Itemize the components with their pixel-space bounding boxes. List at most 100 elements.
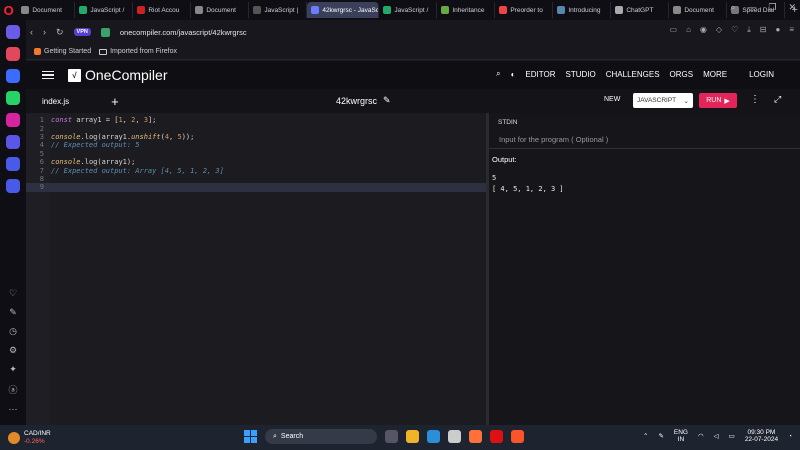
forward-icon[interactable]: › [43,27,46,37]
opera-logo-icon[interactable]: O [0,0,17,20]
app-logo[interactable]: √ OneCompiler [68,67,167,83]
store-icon[interactable] [448,430,461,443]
chevron-up-icon[interactable]: ⌃ [643,432,648,440]
code-line[interactable]: 2 [26,124,486,133]
output-label: Output: [492,155,517,164]
nav-more[interactable]: MORE [703,70,727,79]
add-file-icon[interactable]: + [111,94,119,109]
login-link[interactable]: LOGIN [749,70,774,79]
browser-tab[interactable]: Inheritance [437,2,496,18]
bookmark-getting-started[interactable]: Getting Started [34,48,91,55]
code-editor[interactable]: 1 const array1 = [1, 2, 3]; 2 3 console.log(… [26,113,486,425]
code-line[interactable]: 8 [26,175,486,183]
search-icon[interactable]: ⌕ [496,69,500,79]
vpn-badge[interactable]: VPN [73,28,91,36]
wifi-icon[interactable]: ◠ [698,432,704,440]
heart-icon[interactable]: ♡ [9,288,17,299]
translate-icon[interactable]: ⌂ [686,25,691,35]
opera-taskbar-icon[interactable] [490,430,503,443]
code-line[interactable]: 9 [26,183,486,192]
bulb-icon[interactable]: ✦ [9,364,17,375]
browser-tab[interactable]: JavaScript / [75,2,134,18]
theme-toggle-icon[interactable]: ◐ [511,70,516,79]
close-window-icon[interactable]: ✕ [788,2,796,13]
reload-icon[interactable]: ↻ [56,27,64,38]
reader-icon[interactable]: ▭ [670,25,678,35]
new-button[interactable]: NEW [604,96,620,103]
code-line[interactable]: 4 // Expected output: 5 [26,141,486,149]
player-icon[interactable] [6,135,20,149]
home-icon[interactable] [6,25,20,39]
back-icon[interactable]: ‹ [30,27,33,37]
nav-orgs[interactable]: ORGS [670,70,694,79]
browser-tab[interactable]: JavaScript | [249,2,308,18]
taskbar-search[interactable]: ⌕ Search [265,429,377,444]
site-info-icon[interactable] [100,27,110,37]
download-icon[interactable]: ⤓ [747,25,751,35]
edit-icon[interactable]: ✎ [9,307,17,318]
file-explorer-icon[interactable] [406,430,419,443]
stdin-input[interactable]: Input for the program ( Optional ) [489,131,800,149]
code-line[interactable]: 5 [26,150,486,158]
whatsapp-icon[interactable] [6,91,20,105]
more-options-icon[interactable]: ⋮ [750,94,760,105]
more-icon[interactable]: ⋯ [9,404,18,415]
line-number: 3 [39,132,44,141]
aria-icon[interactable] [6,47,20,61]
battery-icon[interactable]: ▭ [729,432,735,440]
url-input[interactable]: onecompiler.com/javascript/42kwrgrsc [120,28,247,37]
maximize-icon[interactable]: ❐ [768,2,776,13]
pen-icon[interactable]: ✎ [658,432,663,440]
run-button[interactable]: RUN ▶ [699,93,737,108]
code-line[interactable]: 6 console.log(array1); [26,158,486,166]
file-tab-index-js[interactable]: index.js [42,97,69,106]
pencil-icon[interactable]: ✎ [383,95,391,106]
browser-tab[interactable]: JavaScript / [379,2,438,18]
language-indicator[interactable]: ENG IN [674,429,688,443]
code-line[interactable]: 1 const array1 = [1, 2, 3]; [26,116,486,124]
firefox-taskbar-icon[interactable] [469,430,482,443]
fullscreen-icon[interactable]: ⤢ [774,94,781,105]
camera-icon[interactable]: ◉ [700,25,707,35]
windows-start-icon[interactable] [244,430,257,443]
history-icon[interactable]: ⊟ [760,25,767,35]
profile-icon[interactable]: ● [775,25,780,35]
task-view-icon[interactable] [385,430,398,443]
nav-editor[interactable]: EDITOR [525,70,555,79]
bookmark-icon[interactable]: ♡ [731,25,738,35]
volume-icon[interactable]: ◁ [714,432,719,440]
browser-tab[interactable]: ChatGPT [611,2,670,18]
hamburger-icon[interactable] [42,70,54,80]
notification-icon[interactable]: ◔ [788,433,792,440]
clock-icon[interactable]: ◷ [9,326,17,337]
address-bar-actions: ▭ ⌂ ◉ ◇ ♡ ⤓ ⊟ ● ≡ [670,25,794,35]
a-icon[interactable]: ⓐ [8,383,17,396]
settings-icon[interactable]: ⚙ [9,345,17,356]
minimize-icon[interactable]: — [747,2,756,13]
browser-tab[interactable]: Introducing [553,2,612,18]
code-line[interactable]: 7 // Expected output: Array [4, 5, 1, 2, … [26,166,486,175]
browser-tab[interactable]: Document [17,2,76,18]
browser-tab[interactable]: 42kwrgrsc - JavaScr [307,2,380,18]
browser-tab[interactable]: Document [191,2,250,18]
nav-challenges[interactable]: CHALLENGES [606,70,660,79]
bookmark-imported-folder[interactable]: Imported from Firefox [99,48,177,55]
browser-tab[interactable]: Preorder to [495,2,554,18]
instagram-icon[interactable] [6,113,20,127]
menu-icon[interactable]: ≡ [789,25,794,35]
browser-tab[interactable]: Riot Accou [133,2,192,18]
brave-icon[interactable] [511,430,524,443]
tv-icon[interactable] [6,179,20,193]
extension-icon[interactable]: ◇ [716,25,722,35]
messenger-icon[interactable] [6,69,20,83]
language-select[interactable]: JAVASCRIPT ⌄ [633,93,693,108]
edge-icon[interactable] [427,430,440,443]
opera-sidebar: ♡ ✎ ◷ ⚙ ✦ ⓐ ⋯ [0,20,26,425]
nav-studio[interactable]: STUDIO [566,70,596,79]
code-line[interactable]: 3 console.log(array1.unshift(4, 5)); [26,133,486,141]
send-icon[interactable] [6,157,20,171]
clock[interactable]: 09:30 PM 22-07-2024 [745,429,778,443]
browser-tab[interactable]: Document [669,2,728,18]
search-tabs-icon[interactable]: ⌕ [730,2,735,13]
widgets-ticker[interactable]: CAD/INR -0.26% [8,430,51,446]
